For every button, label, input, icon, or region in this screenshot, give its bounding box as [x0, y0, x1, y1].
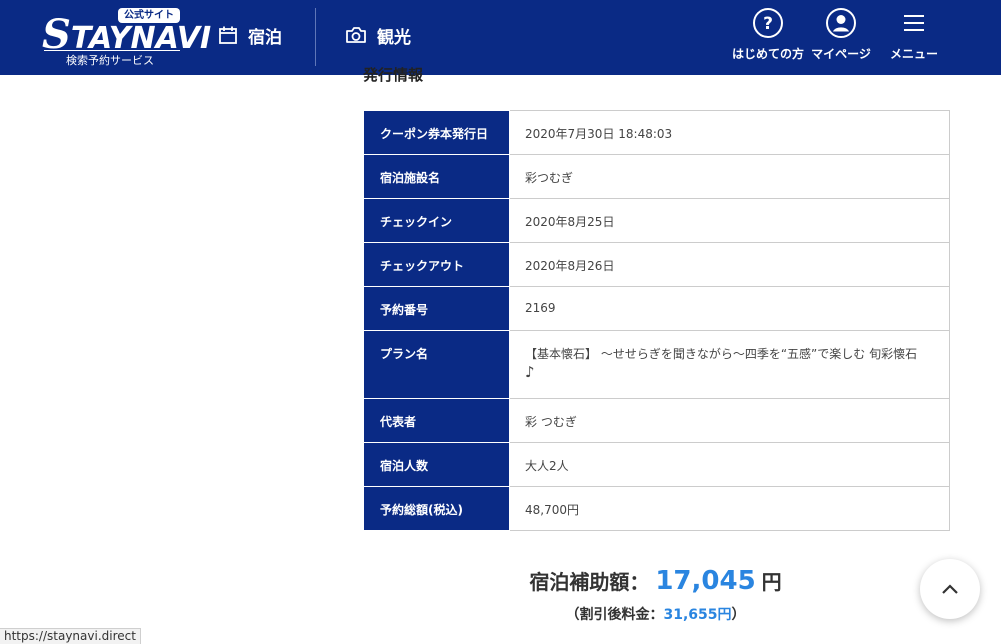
row-label: チェックアウト [363, 242, 510, 287]
plan-name-note: ♪ [525, 363, 535, 381]
logo-underline [44, 50, 180, 51]
nav-stay-label: 宿泊 [248, 27, 282, 48]
row-value: 彩 つむぎ [509, 398, 950, 443]
scroll-to-top-button[interactable] [920, 559, 980, 619]
table-row: 予約総額(税込) 48,700円 [363, 486, 950, 531]
row-value: 2020年7月30日 18:48:03 [509, 110, 950, 155]
nav-sightseeing-label: 観光 [377, 27, 411, 48]
row-value: 2020年8月26日 [509, 242, 950, 287]
subsidy-amount-line: 宿泊補助額： 17,045 円 [310, 566, 1001, 596]
user-circle-icon [826, 8, 856, 38]
nav-stay[interactable]: 宿泊 [218, 20, 282, 50]
row-label: 予約総額(税込) [363, 486, 510, 531]
logo-subtitle: 検索予約サービス [66, 54, 154, 67]
subsidy-amount: 17,045 [655, 566, 756, 596]
menu-label: メニュー [889, 47, 938, 61]
section-title: 発行情報 [363, 66, 424, 84]
discounted-price-line: （割引後料金：31,655円） [310, 604, 1001, 624]
question-circle-icon: ? [753, 8, 783, 38]
nav-divider [315, 8, 316, 66]
issue-info-table: クーポン券本発行日 2020年7月30日 18:48:03 宿泊施設名 彩つむぎ… [363, 110, 950, 531]
table-row: 宿泊施設名 彩つむぎ [363, 154, 950, 199]
row-label: クーポン券本発行日 [363, 110, 510, 155]
table-row: 代表者 彩 つむぎ [363, 398, 950, 443]
status-bar-url: https://staynavi.direct [0, 628, 141, 644]
row-value: 48,700円 [509, 486, 950, 531]
first-time-label: はじめての方 [732, 47, 805, 61]
chevron-up-icon [942, 584, 958, 594]
mypage-label: マイページ [811, 47, 871, 61]
first-time-link[interactable]: ? はじめての方 [732, 7, 804, 67]
row-value: 2020年8月25日 [509, 198, 950, 243]
row-label: 予約番号 [363, 286, 510, 331]
discounted-prefix: （割引後料金： [565, 607, 664, 623]
hamburger-menu-icon [904, 15, 924, 31]
staynavi-logo[interactable]: 公式サイト STAYNAVI 検索予約サービス [42, 6, 211, 68]
menu-button[interactable]: メニュー [884, 7, 944, 67]
subsidy-unit: 円 [761, 570, 782, 594]
svg-text:?: ? [763, 14, 773, 34]
row-value-plan: 【基本懐石】 〜せせらぎを聞きながら〜四季を“五感”で楽しむ 旬彩懐石 ♪ [509, 330, 950, 399]
camera-icon [346, 27, 366, 43]
subsidy-summary: 宿泊補助額： 17,045 円 （割引後料金：31,655円） [0, 566, 1001, 624]
discounted-price: 31,655円 [663, 607, 732, 623]
site-header: 公式サイト STAYNAVI 検索予約サービス 宿泊 観光 ? はじめての方 マ… [0, 0, 1001, 75]
table-row: 宿泊人数 大人2人 [363, 442, 950, 487]
calendar-icon [219, 26, 237, 44]
subsidy-label: 宿泊補助額： [529, 570, 650, 594]
table-row: プラン名 【基本懐石】 〜せせらぎを聞きながら〜四季を“五感”で楽しむ 旬彩懐石… [363, 330, 950, 399]
row-label: 宿泊施設名 [363, 154, 510, 199]
row-label: プラン名 [363, 330, 510, 399]
row-value: 2169 [509, 286, 950, 331]
table-row: チェックアウト 2020年8月26日 [363, 242, 950, 287]
plan-name-text: 【基本懐石】 〜せせらぎを聞きながら〜四季を“五感”で楽しむ 旬彩懐石 [525, 347, 918, 361]
nav-sightseeing[interactable]: 観光 [345, 20, 411, 50]
row-value: 大人2人 [509, 442, 950, 487]
row-label: 宿泊人数 [363, 442, 510, 487]
row-value: 彩つむぎ [509, 154, 950, 199]
row-label: チェックイン [363, 198, 510, 243]
discounted-suffix: ） [731, 607, 746, 623]
row-label: 代表者 [363, 398, 510, 443]
table-row: チェックイン 2020年8月25日 [363, 198, 950, 243]
table-row: 予約番号 2169 [363, 286, 950, 331]
mypage-link[interactable]: マイページ [810, 7, 872, 67]
table-row: クーポン券本発行日 2020年7月30日 18:48:03 [363, 110, 950, 155]
